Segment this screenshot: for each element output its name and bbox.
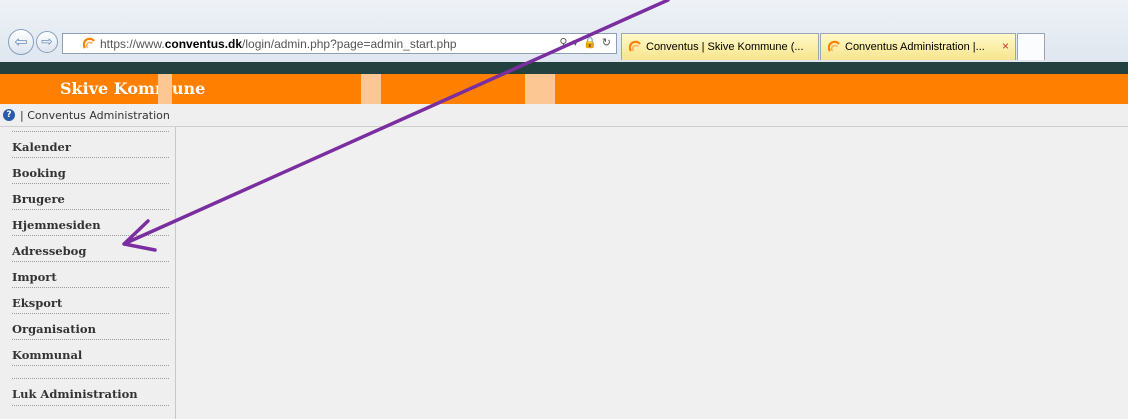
- close-tab-icon[interactable]: ×: [1002, 39, 1009, 53]
- back-button[interactable]: ⇦: [8, 29, 34, 55]
- sidebar-item-organisation[interactable]: Organisation: [12, 314, 169, 340]
- back-arrow-icon: ⇦: [14, 32, 28, 51]
- header-decoration: [525, 74, 555, 104]
- breadcrumb: ? | Conventus Administration: [0, 104, 1128, 127]
- sidebar-item-kalender[interactable]: Kalender: [12, 131, 169, 158]
- forward-button[interactable]: ⇨: [36, 31, 58, 53]
- sidebar-item-luk-administration[interactable]: Luk Administration: [12, 379, 169, 406]
- tab-label: Conventus Administration |...: [845, 41, 985, 53]
- conventus-favicon-icon: [629, 40, 641, 52]
- header-divider: [0, 62, 1128, 74]
- forward-arrow-icon: ⇨: [41, 34, 53, 50]
- sidebar-item-brugere[interactable]: Brugere: [12, 184, 169, 210]
- sidebar-item-eksport[interactable]: Eksport: [12, 288, 169, 314]
- conventus-favicon-icon: [828, 40, 840, 52]
- site-title: Skive Kommune: [60, 79, 206, 98]
- url-text: https://www.conventus.dk/login/admin.php…: [100, 37, 457, 51]
- header-decoration: [361, 74, 381, 104]
- breadcrumb-text: | Conventus Administration: [20, 109, 170, 122]
- address-bar-tools[interactable]: ⚲ ▾ 🔒 ↻: [559, 36, 612, 49]
- sidebar-item-booking[interactable]: Booking: [12, 158, 169, 184]
- address-bar[interactable]: https://www.conventus.dk/login/admin.php…: [62, 33, 617, 54]
- sidebar-item-adressebog[interactable]: Adressebog: [12, 236, 169, 262]
- sidebar-item-hjemmesiden[interactable]: Hjemmesiden: [12, 210, 169, 236]
- tab-conventus-skive-kommune[interactable]: Conventus | Skive Kommune (...: [621, 33, 819, 60]
- help-icon[interactable]: ?: [3, 109, 15, 121]
- tab-conventus-administration[interactable]: Conventus Administration |... ×: [820, 33, 1016, 60]
- browser-chrome: ⇦ ⇨ https://www.conventus.dk/login/admin…: [0, 0, 1128, 63]
- site-header: Skive Kommune: [0, 74, 1128, 104]
- header-decoration: [158, 74, 172, 104]
- sidebar-divider: [12, 366, 169, 379]
- tab-label: Conventus | Skive Kommune (...: [646, 41, 804, 53]
- admin-sidebar: Kalender Booking Brugere Hjemmesiden Adr…: [0, 127, 176, 419]
- sidebar-item-kommunal[interactable]: Kommunal: [12, 340, 169, 366]
- conventus-favicon-icon: [83, 37, 95, 49]
- main-content: [176, 127, 1128, 419]
- new-tab-button[interactable]: [1017, 33, 1045, 60]
- sidebar-item-import[interactable]: Import: [12, 262, 169, 288]
